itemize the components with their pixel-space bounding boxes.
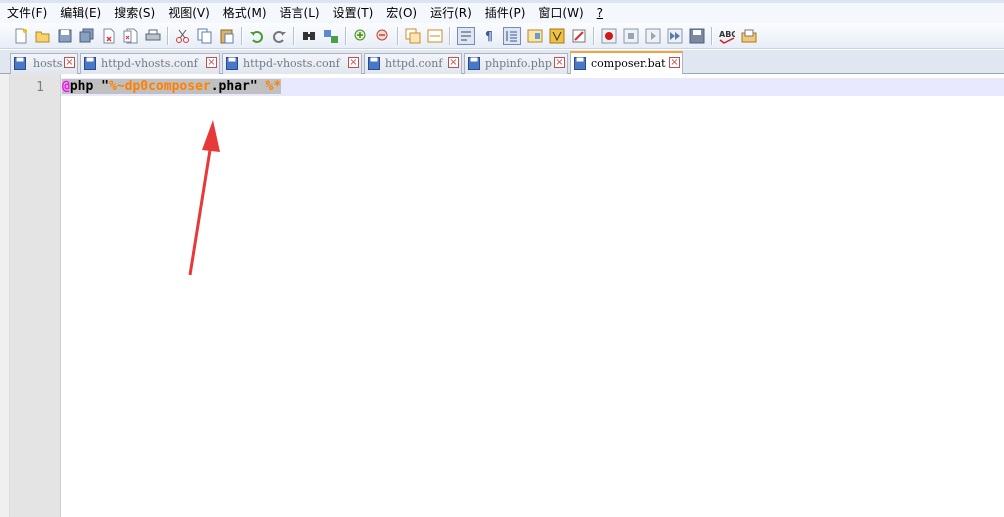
stop-record-icon[interactable] (623, 28, 639, 44)
tab-label: httpd-vhosts.conf (243, 57, 340, 70)
show-all-chars-icon[interactable]: ¶ (481, 28, 497, 44)
doc-map-icon[interactable] (527, 28, 543, 44)
record-macro-icon[interactable] (601, 28, 617, 44)
close-tab-icon[interactable]: × (348, 57, 359, 68)
tab-label: phpinfo.php (485, 57, 552, 70)
sync-horizontal-icon[interactable] (427, 28, 443, 44)
menu-help[interactable]: ? (590, 3, 609, 23)
menu-file[interactable]: 文件(F) (0, 3, 53, 23)
file-saved-icon (226, 57, 238, 70)
menu-plugins[interactable]: 插件(P) (478, 3, 532, 23)
menu-language[interactable]: 语言(L) (273, 3, 326, 23)
undo-icon[interactable] (249, 28, 265, 44)
menu-macro[interactable]: 宏(O) (379, 3, 423, 23)
close-tab-icon[interactable]: × (64, 57, 75, 68)
code-line[interactable]: @php "%~dp0composer.phar" %* (62, 79, 282, 95)
tab-label: httpd.conf (385, 57, 443, 70)
menu-edit[interactable]: 编辑(E) (53, 3, 107, 23)
zoom-in-icon[interactable] (353, 28, 369, 44)
replace-icon[interactable] (323, 28, 339, 44)
toolbar-separator (449, 26, 451, 45)
menu-format[interactable]: 格式(M) (216, 3, 273, 23)
folder-workspace-icon[interactable] (571, 28, 587, 44)
toolbar: ¶ ABC (0, 23, 1004, 49)
open-file-icon[interactable] (35, 28, 51, 44)
menu-window[interactable]: 窗口(W) (531, 3, 589, 23)
code-token-command: php " (69, 79, 109, 94)
file-saved-icon (574, 57, 586, 70)
play-macro-icon[interactable] (645, 28, 661, 44)
tab-hosts[interactable]: hosts × (10, 53, 78, 74)
file-saved-icon (368, 57, 380, 70)
save-icon[interactable] (57, 28, 73, 44)
toolbar-separator (241, 26, 243, 45)
close-icon[interactable] (101, 28, 117, 44)
code-token-variable: %~dp0 (108, 79, 149, 94)
cut-icon[interactable] (175, 28, 191, 44)
file-saved-icon (84, 57, 96, 70)
redo-icon[interactable] (271, 28, 287, 44)
word-wrap-icon[interactable] (457, 26, 475, 45)
copy-icon[interactable] (197, 28, 213, 44)
function-list-icon[interactable] (549, 28, 565, 44)
file-saved-icon (14, 57, 26, 70)
tab-bar: hosts × httpd-vhosts.conf × httpd-vhosts… (0, 50, 1004, 74)
fold-margin (0, 74, 10, 517)
tab-phpinfo-php[interactable]: phpinfo.php × (464, 53, 568, 74)
indent-guide-icon[interactable] (503, 26, 521, 45)
zoom-out-icon[interactable] (375, 28, 391, 44)
spell-check-icon[interactable]: ABC (719, 28, 735, 44)
file-saved-icon (468, 57, 480, 70)
toolbar-separator (593, 26, 595, 45)
code-token-word: composer (148, 79, 211, 94)
plugin-icon[interactable] (741, 28, 757, 44)
menu-view[interactable]: 视图(V) (161, 3, 216, 23)
code-token-at: @ (62, 79, 70, 94)
menu-search[interactable]: 搜索(S) (107, 3, 161, 23)
tab-label: composer.bat (591, 57, 666, 70)
toolbar-separator (711, 26, 713, 45)
tab-label: httpd-vhosts.conf (101, 57, 198, 70)
line-number: 1 (36, 80, 44, 95)
new-file-icon[interactable] (13, 28, 29, 44)
print-icon[interactable] (145, 28, 161, 44)
find-icon[interactable] (301, 28, 317, 44)
close-tab-icon[interactable]: × (206, 57, 217, 68)
close-tab-icon[interactable]: × (448, 57, 459, 68)
paste-icon[interactable] (219, 28, 235, 44)
tab-httpd-vhosts-conf-2[interactable]: httpd-vhosts.conf × (222, 53, 362, 74)
tab-httpd-conf[interactable]: httpd.conf × (364, 53, 462, 74)
toolbar-separator (167, 26, 169, 45)
save-all-icon[interactable] (79, 28, 95, 44)
close-tab-icon[interactable]: × (669, 57, 680, 68)
menu-bar: 文件(F) 编辑(E) 搜索(S) 视图(V) 格式(M) 语言(L) 设置(T… (0, 3, 1004, 23)
close-tab-icon[interactable]: × (554, 57, 565, 68)
run-macro-multiple-icon[interactable] (667, 28, 683, 44)
sync-vertical-icon[interactable] (405, 28, 421, 44)
save-macro-icon[interactable] (689, 28, 705, 44)
tab-label: hosts (33, 57, 63, 70)
close-all-icon[interactable] (123, 28, 139, 44)
code-token-extension: .phar" (210, 79, 266, 94)
toolbar-separator (345, 26, 347, 45)
menu-run[interactable]: 运行(R) (423, 3, 478, 23)
tab-httpd-vhosts-conf[interactable]: httpd-vhosts.conf × (80, 53, 220, 74)
tab-composer-bat[interactable]: composer.bat × (570, 51, 683, 74)
svg-text:ABC: ABC (719, 30, 735, 39)
code-token-args: %* (265, 79, 282, 94)
toolbar-separator (397, 26, 399, 45)
menu-settings[interactable]: 设置(T) (326, 3, 380, 23)
annotation-arrow (188, 120, 220, 276)
toolbar-separator (293, 26, 295, 45)
